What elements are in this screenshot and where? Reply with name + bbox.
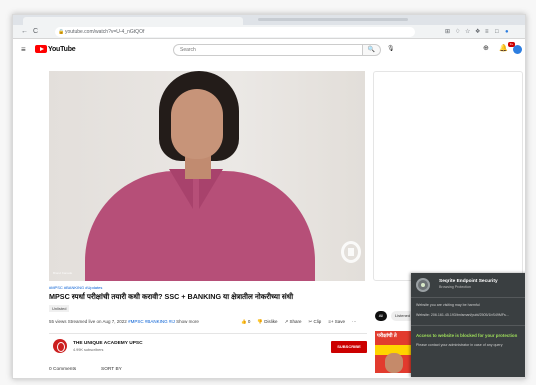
more-actions-button[interactable]: ···: [352, 319, 357, 325]
comments-count: 0 Comments: [49, 367, 77, 372]
description-stats: 55 views Streamed live on Aug 7, 2022: [49, 319, 127, 324]
video-description[interactable]: 55 views Streamed live on Aug 7, 2022 #M…: [49, 319, 199, 324]
popup-subtitle: Browsing Protection: [439, 285, 471, 289]
popup-contact-text: Please contact your administrator in cas…: [416, 343, 503, 347]
right-side-panel: [373, 71, 523, 281]
bookmark-star-icon[interactable]: ☆: [465, 27, 470, 37]
clip-button[interactable]: ✂ Clip: [309, 319, 322, 325]
url-field[interactable]: 🔒 youtube.com/watch?v=U-4_nGtQOf: [55, 27, 415, 37]
video-caption: Brand Kanade: [53, 271, 73, 275]
browser-window: ← C 🔒 youtube.com/watch?v=U-4_nGtQOf ⊞ ♢…: [12, 14, 526, 379]
popup-website-text: Website: 206.161.45.193/bnlsmart/publ/25…: [416, 313, 509, 317]
channel-avatar[interactable]: [53, 339, 67, 353]
extension-icon-1[interactable]: ⊞: [445, 27, 450, 37]
search-input[interactable]: Search: [173, 44, 363, 56]
video-actions: 👍 0 👎 Dislike ↗ Share ✂ Clip ≡+ Save ···: [241, 319, 357, 325]
address-bar-row: ← C 🔒 youtube.com/watch?v=U-4_nGtQOf ⊞ ♢…: [13, 25, 525, 39]
description-tags[interactable]: #MPSC #BANKING #IJ: [128, 319, 175, 324]
youtube-play-icon: [35, 45, 47, 53]
show-more-link[interactable]: Show more: [176, 319, 199, 324]
channel-name[interactable]: THE UNIQUE ACADEMY UPSC: [73, 341, 143, 346]
security-alert-popup[interactable]: Seqrite Endpoint Security Browsing Prote…: [411, 273, 525, 377]
browser-tab[interactable]: [23, 17, 243, 25]
chip-all[interactable]: All: [375, 311, 387, 321]
notification-icon[interactable]: 🔔: [499, 44, 508, 52]
save-button[interactable]: ≡+ Save: [328, 319, 345, 325]
avatar[interactable]: [513, 45, 522, 54]
create-icon[interactable]: ⊕: [483, 44, 489, 52]
back-icon[interactable]: ←: [21, 27, 28, 37]
video-person-face: [171, 89, 223, 159]
tab-strip-bar: [258, 18, 408, 21]
url-text: youtube.com/watch?v=U-4_nGtQOf: [65, 29, 145, 35]
extension-icon-2[interactable]: ♢: [455, 27, 460, 37]
seqrite-shield-icon: [416, 278, 430, 292]
reload-icon[interactable]: C: [33, 27, 38, 37]
lock-icon: 🔒: [58, 29, 65, 35]
share-button[interactable]: ↗ Share: [284, 319, 301, 325]
thumbnail-face: [385, 353, 403, 373]
search-button[interactable]: 🔍: [363, 44, 381, 56]
like-button[interactable]: 👍 0: [241, 319, 250, 325]
video-title: MPSC स्पर्धा परीक्षांची तयारी कधी करावी?…: [49, 292, 294, 301]
video-player[interactable]: Brand Kanade: [49, 71, 365, 281]
popup-divider: [411, 297, 525, 298]
subscriber-count: 4.99K subscribers: [73, 348, 104, 352]
video-hashtags[interactable]: #MPSC #BANKING #Updates: [49, 285, 102, 290]
subscribe-button[interactable]: SUBSCRIBE: [331, 341, 367, 353]
popup-divider-2: [411, 325, 525, 326]
extension-icon-3[interactable]: ❖: [475, 27, 480, 37]
mic-icon[interactable]: 🎙: [387, 45, 395, 52]
youtube-logo-text: YouTube: [48, 45, 76, 53]
dislike-button[interactable]: 👎 Dislike: [257, 319, 277, 325]
popup-blocked-message: Access to website is blocked for your pr…: [416, 333, 518, 338]
search-icon: 🔍: [367, 47, 376, 53]
popup-warning-text: Website you are visiting may be harmful: [416, 303, 480, 307]
thumbnail-text: परीक्षांची ते: [377, 333, 397, 339]
profile-icon[interactable]: ●: [505, 27, 509, 37]
popup-title: Seqrite Endpoint Security: [439, 279, 498, 284]
channel-watermark-icon: [341, 241, 361, 263]
youtube-logo[interactable]: YouTube: [35, 45, 76, 53]
hamburger-menu-icon[interactable]: ≡: [21, 45, 26, 54]
youtube-header: ≡ YouTube Search 🔍 🎙 ⊕ 🔔 9+: [13, 39, 525, 61]
sort-by-button[interactable]: SORT BY: [101, 367, 122, 372]
unlisted-badge: Unlisted: [49, 305, 70, 312]
extension-icon-4[interactable]: ≡: [485, 27, 489, 37]
extension-icon-5[interactable]: □: [495, 27, 499, 37]
divider: [49, 333, 367, 334]
tab-strip: [13, 15, 525, 25]
